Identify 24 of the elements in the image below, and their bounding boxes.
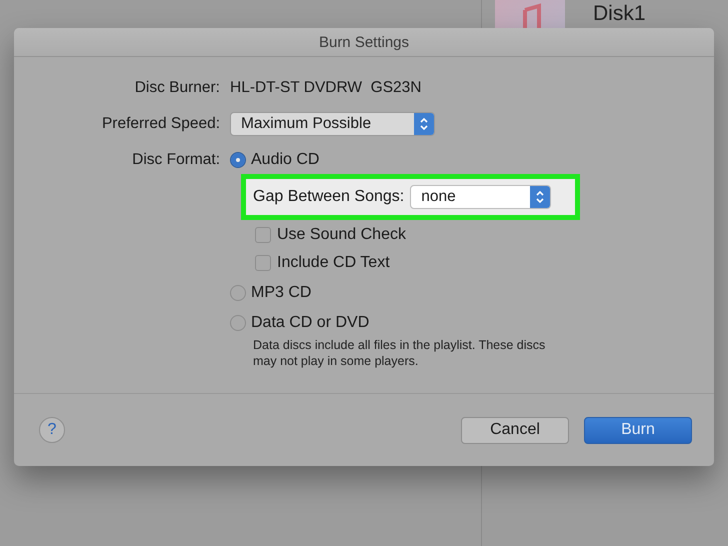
disc-burner-value: HL-DT-ST DVDRW GS23N bbox=[230, 78, 422, 98]
checkbox[interactable] bbox=[255, 255, 271, 271]
radio-label: MP3 CD bbox=[251, 283, 312, 303]
window-title: Burn Settings bbox=[318, 34, 410, 50]
field-label: Preferred Speed: bbox=[100, 114, 220, 134]
radio-button[interactable] bbox=[230, 315, 246, 331]
cancel-button[interactable]: Cancel bbox=[461, 416, 569, 444]
burn-button[interactable]: Burn bbox=[584, 416, 692, 444]
radio-label: Audio CD bbox=[251, 150, 320, 170]
speed-dropdown[interactable]: Maximum Possible bbox=[230, 112, 435, 136]
radio-label: Data CD or DVD bbox=[251, 313, 370, 333]
stepper-icon bbox=[414, 113, 434, 135]
checkbox-label: Include CD Text bbox=[277, 253, 390, 273]
option-description: Data discs include all files in the playlist. These discs may not play in some players. bbox=[252, 337, 546, 369]
field-label: Disc Format: bbox=[131, 150, 220, 170]
radio-button[interactable] bbox=[230, 285, 246, 301]
checkbox-label: Use Sound Check bbox=[277, 225, 406, 245]
field-label: Disc Burner: bbox=[134, 78, 220, 98]
radio-button[interactable] bbox=[230, 152, 246, 168]
checkbox[interactable] bbox=[255, 227, 271, 243]
gap-dropdown[interactable]: none bbox=[410, 185, 552, 209]
field-label: Gap Between Songs: bbox=[253, 188, 404, 206]
stepper-icon bbox=[530, 186, 550, 208]
album-title: Disk1 bbox=[593, 2, 646, 26]
